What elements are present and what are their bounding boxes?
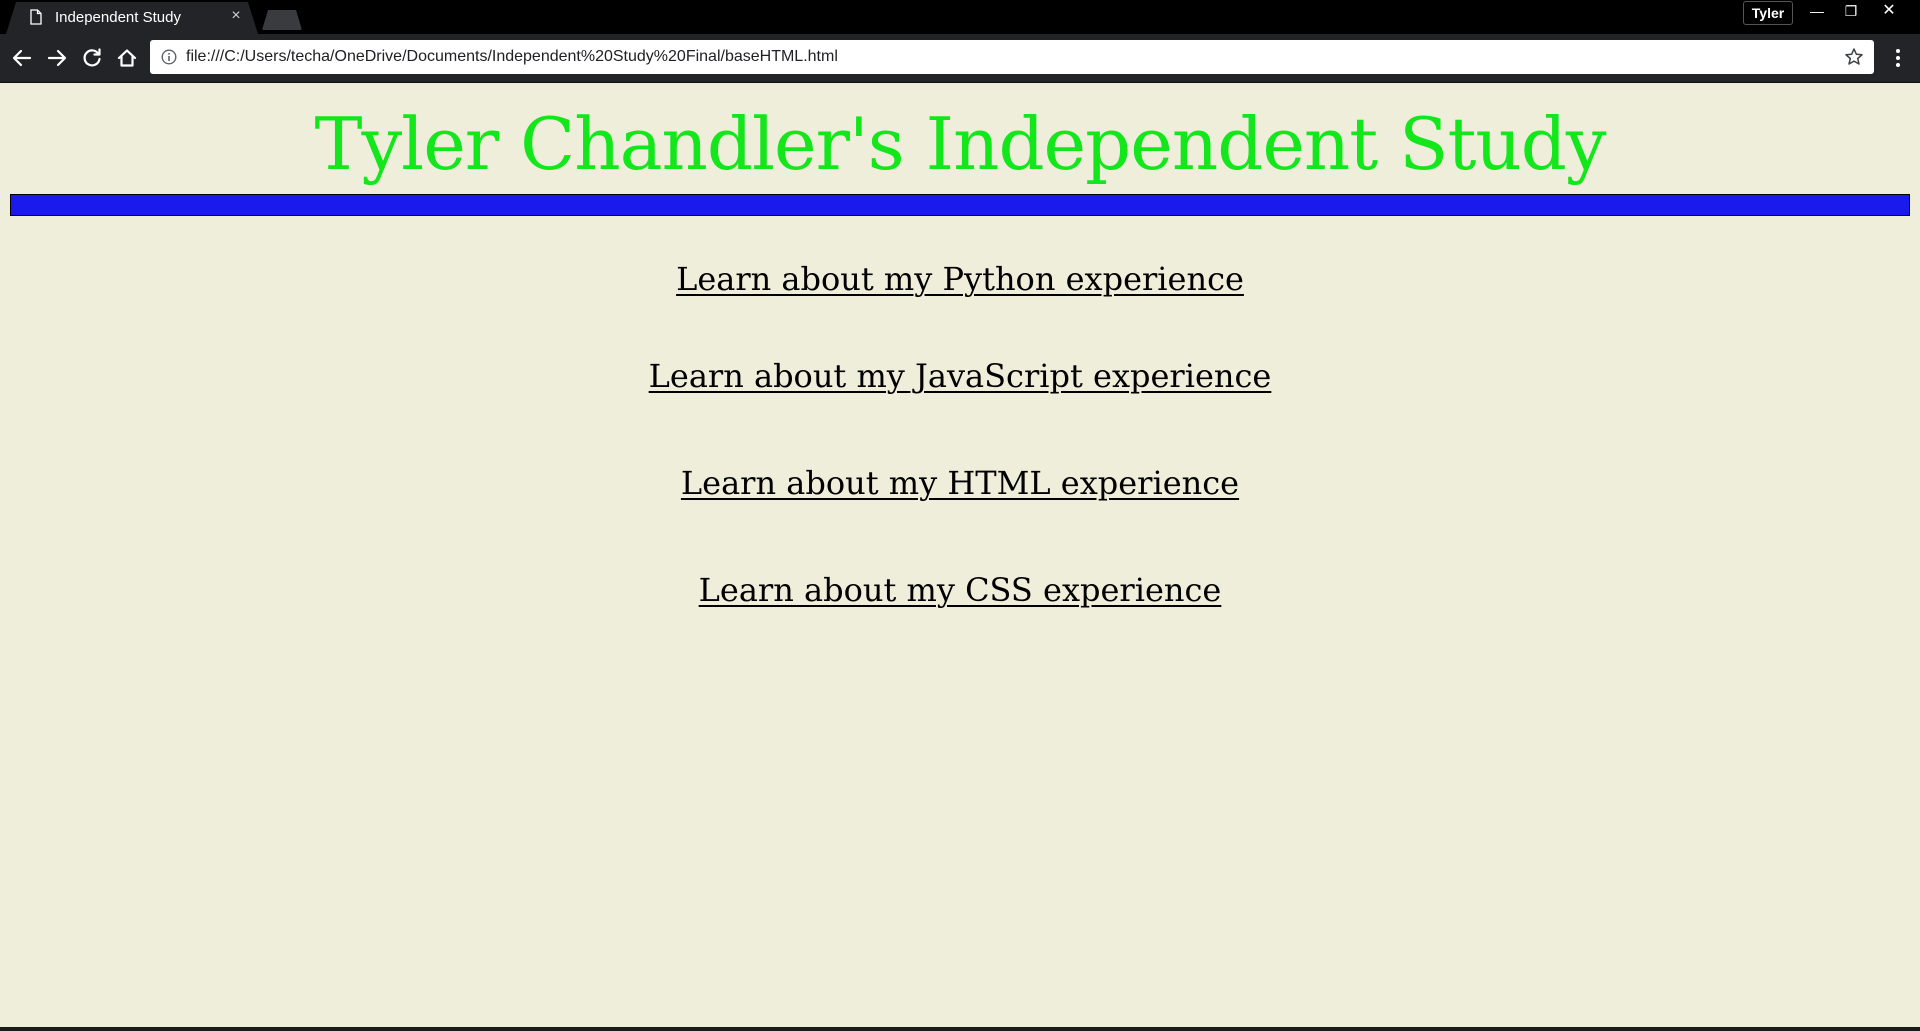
kebab-menu-icon[interactable] [1888,46,1908,70]
info-icon[interactable] [161,49,177,65]
link-row-javascript: Learn about my JavaScript experience [0,356,1920,396]
star-icon[interactable] [1844,47,1864,67]
css-experience-link[interactable]: Learn about my CSS experience [699,571,1222,609]
javascript-experience-link[interactable]: Learn about my JavaScript experience [649,357,1272,395]
divider-bar [10,194,1910,216]
document-icon [30,9,42,25]
link-row-css: Learn about my CSS experience [0,570,1920,610]
tab-title: Independent Study [55,9,181,26]
tab-close-icon[interactable]: × [228,7,244,25]
window-bottom-edge [0,1027,1920,1031]
profile-button[interactable]: Tyler [1743,1,1793,25]
url-text[interactable]: file:///C:/Users/techa/OneDrive/Document… [186,48,838,66]
arrow-right-icon[interactable] [43,44,71,72]
link-row-html: Learn about my HTML experience [0,463,1920,503]
link-row-python: Learn about my Python experience [0,259,1920,299]
python-experience-link[interactable]: Learn about my Python experience [676,260,1244,298]
maximize-button[interactable]: ❐ [1834,0,1868,22]
close-window-button[interactable]: ✕ [1872,0,1906,22]
browser-titlebar: Independent Study × Tyler — ❐ ✕ [0,0,1920,34]
page-title: Tyler Chandler's Independent Study [314,102,1606,186]
browser-toolbar: file:///C:/Users/techa/OneDrive/Document… [0,34,1920,83]
minimize-button[interactable]: — [1800,0,1834,22]
home-icon[interactable] [113,44,141,72]
reload-icon[interactable] [78,44,106,72]
html-experience-link[interactable]: Learn about my HTML experience [681,464,1239,502]
page-content: Tyler Chandler's Independent Study Learn… [0,83,1920,1031]
arrow-left-icon[interactable] [8,44,36,72]
new-tab-button[interactable] [262,10,302,30]
address-bar[interactable]: file:///C:/Users/techa/OneDrive/Document… [150,40,1874,74]
